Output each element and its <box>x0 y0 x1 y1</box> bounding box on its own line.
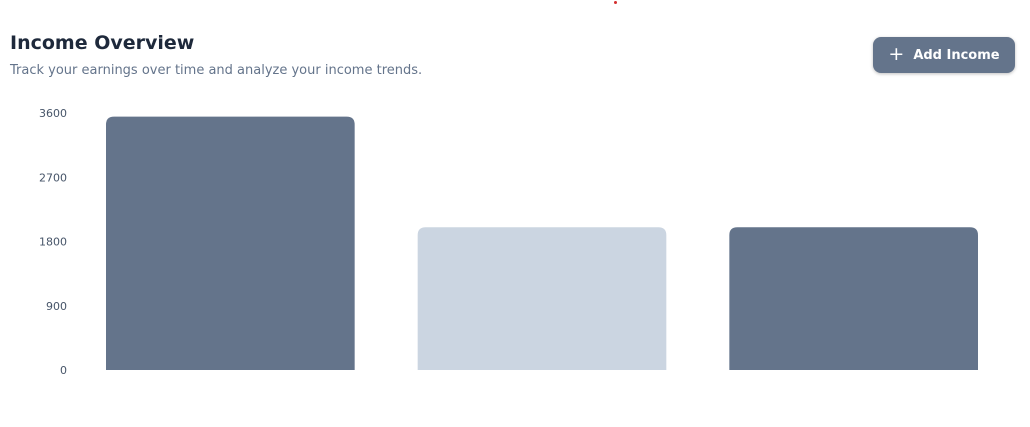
page-header: Income Overview Track your earnings over… <box>10 30 422 80</box>
y-axis: 0 900 1800 2700 3600 <box>39 107 67 377</box>
bar-3[interactable] <box>729 227 978 370</box>
plus-icon: + <box>888 42 905 65</box>
add-income-button[interactable]: + Add Income <box>873 37 1015 73</box>
y-tick-label: 0 <box>60 364 67 377</box>
income-bar-chart: 0 900 1800 2700 3600 <box>39 107 978 377</box>
add-income-label: Add Income <box>913 47 1000 63</box>
page-title: Income Overview <box>10 32 195 54</box>
page-subtitle: Track your earnings over time and analyz… <box>10 63 423 78</box>
bar-1[interactable] <box>106 116 355 370</box>
y-tick-label: 2700 <box>39 171 67 184</box>
bars <box>106 116 978 370</box>
bar-2[interactable] <box>417 227 667 370</box>
indicator-dot <box>614 1 617 4</box>
y-tick-label: 900 <box>46 300 67 313</box>
y-tick-label: 3600 <box>39 107 67 120</box>
y-tick-label: 1800 <box>39 236 67 249</box>
